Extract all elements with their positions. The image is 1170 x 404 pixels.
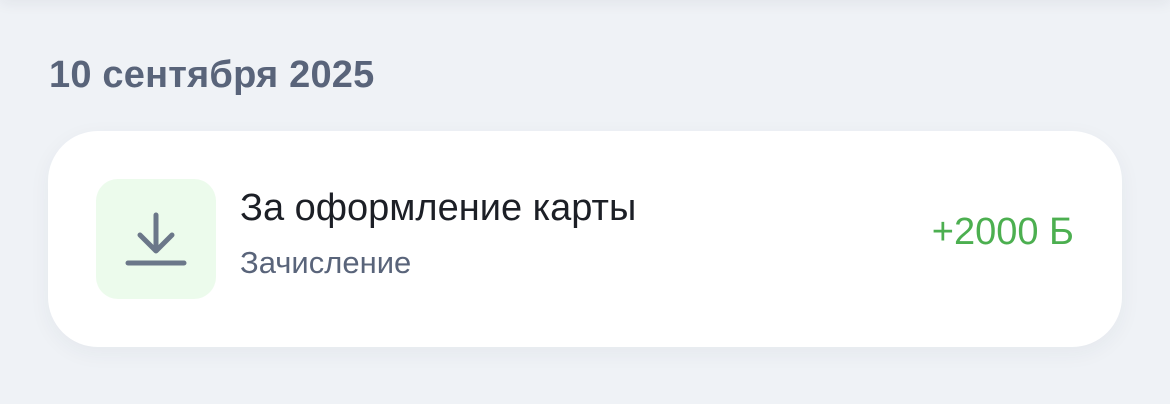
transaction-title: За оформление карты [240,187,637,229]
date-group-header: 10 сентября 2025 [49,54,375,96]
download-arrow-icon [125,212,187,266]
transaction-type-label: Зачисление [240,245,412,280]
transaction-icon-container [96,179,216,299]
transaction-card[interactable]: За оформление карты Зачисление +2000 Б [48,131,1122,347]
transaction-amount: +2000 Б [931,211,1074,253]
